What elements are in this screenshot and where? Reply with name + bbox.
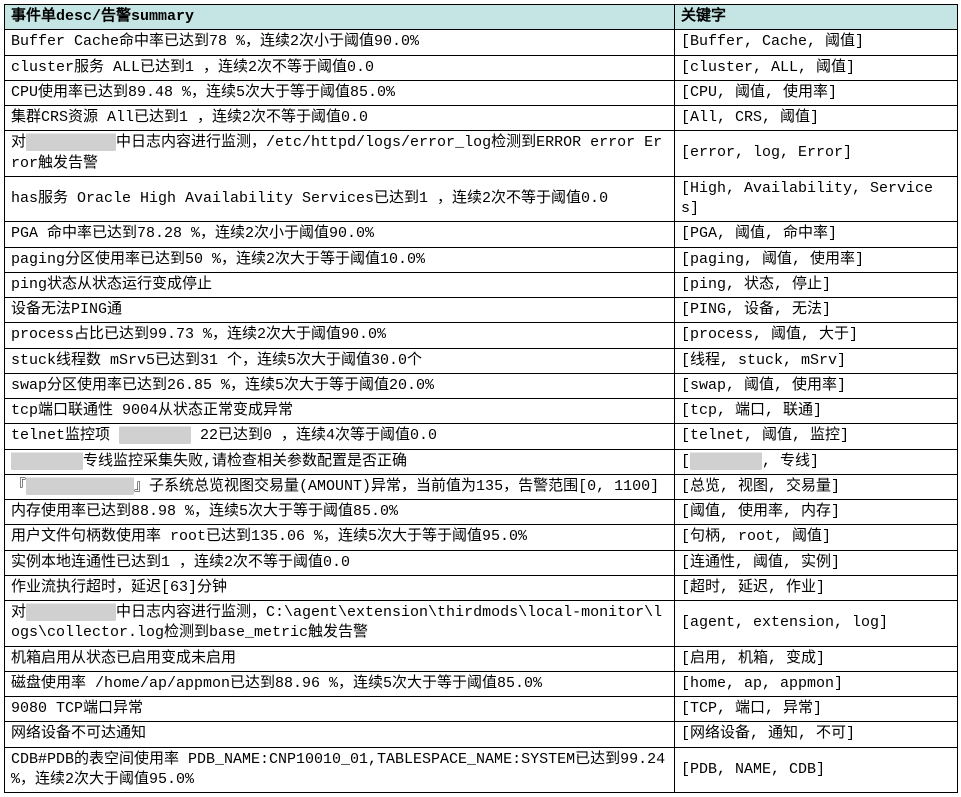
cell-kw: [telnet, 阈值, 监控] [675,424,958,449]
col-header-desc: 事件单desc/告警summary [5,5,675,30]
cell-desc: swap分区使用率已达到26.85 %，连续5次大于等于阈值20.0% [5,373,675,398]
table-row: 作业流执行超时，延迟[63]分钟[超时, 延迟, 作业] [5,575,958,600]
table-row: CDB#PDB的表空间使用率 PDB_NAME:CNP10010_01,TABL… [5,747,958,793]
cell-desc: cluster服务 ALL已达到1 ，连续2次不等于阈值0.0 [5,55,675,80]
cell-kw: [High, Availability, Services] [675,176,958,222]
cell-desc: paging分区使用率已达到50 %，连续2次大于等于阈值10.0% [5,247,675,272]
cell-desc: PGA 命中率已达到78.28 %，连续2次小于阈值90.0% [5,222,675,247]
table-row: stuck线程数 mSrv5已达到31 个，连续5次大于阈值30.0个[线程, … [5,348,958,373]
cell-desc: telnet监控项 ████████ 22已达到0 ，连续4次等于阈值0.0 [5,424,675,449]
cell-desc: 内存使用率已达到88.98 %，连续5次大于等于阈值85.0% [5,500,675,525]
cell-kw: [paging, 阈值, 使用率] [675,247,958,272]
table-row: 『████████████』子系统总览视图交易量(AMOUNT)异常，当前值为1… [5,474,958,499]
cell-desc: ping状态从状态运行变成停止 [5,272,675,297]
col-header-kw: 关键字 [675,5,958,30]
cell-kw: [总览, 视图, 交易量] [675,474,958,499]
cell-desc: 作业流执行超时，延迟[63]分钟 [5,575,675,600]
cell-kw: [Buffer, Cache, 阈值] [675,30,958,55]
table-row: swap分区使用率已达到26.85 %，连续5次大于等于阈值20.0%[swap… [5,373,958,398]
cell-kw: [process, 阈值, 大于] [675,323,958,348]
cell-desc: 实例本地连通性已达到1 ，连续2次不等于阈值0.0 [5,550,675,575]
cell-kw: [网络设备, 通知, 不可] [675,722,958,747]
cell-kw: [连通性, 阈值, 实例] [675,550,958,575]
cell-kw: [PING, 设备, 无法] [675,298,958,323]
table-row: has服务 Oracle High Availability Services已… [5,176,958,222]
table-row: 机箱启用从状态已启用变成未启用[启用, 机箱, 变成] [5,646,958,671]
cell-kw: [████████, 专线] [675,449,958,474]
cell-desc: 对██████████中日志内容进行监测，/etc/httpd/logs/err… [5,131,675,177]
cell-kw: [阈值, 使用率, 内存] [675,500,958,525]
table-row: Buffer Cache命中率已达到78 %，连续2次小于阈值90.0%[Buf… [5,30,958,55]
cell-kw: [启用, 机箱, 变成] [675,646,958,671]
cell-desc: ████████专线监控采集失败,请检查相关参数配置是否正确 [5,449,675,474]
cell-kw: [PDB, NAME, CDB] [675,747,958,793]
alert-table: 事件单desc/告警summary 关键字 Buffer Cache命中率已达到… [4,4,958,793]
cell-kw: [CPU, 阈值, 使用率] [675,80,958,105]
table-row: 实例本地连通性已达到1 ，连续2次不等于阈值0.0[连通性, 阈值, 实例] [5,550,958,575]
table-row: PGA 命中率已达到78.28 %，连续2次小于阈值90.0%[PGA, 阈值,… [5,222,958,247]
table-row: 设备无法PING通[PING, 设备, 无法] [5,298,958,323]
cell-kw: [error, log, Error] [675,131,958,177]
cell-desc: 设备无法PING通 [5,298,675,323]
cell-kw: [cluster, ALL, 阈值] [675,55,958,80]
cell-desc: tcp端口联通性 9004从状态正常变成异常 [5,399,675,424]
cell-desc: CDB#PDB的表空间使用率 PDB_NAME:CNP10010_01,TABL… [5,747,675,793]
cell-desc: 磁盘使用率 /home/ap/appmon已达到88.96 %，连续5次大于等于… [5,671,675,696]
table-row: 内存使用率已达到88.98 %，连续5次大于等于阈值85.0%[阈值, 使用率,… [5,500,958,525]
cell-desc: 用户文件句柄数使用率 root已达到135.06 %，连续5次大于等于阈值95.… [5,525,675,550]
table-row: 对██████████中日志内容进行监测，C:\agent\extension\… [5,601,958,647]
cell-kw: [线程, stuck, mSrv] [675,348,958,373]
table-row: cluster服务 ALL已达到1 ，连续2次不等于阈值0.0[cluster,… [5,55,958,80]
cell-kw: [PGA, 阈值, 命中率] [675,222,958,247]
table-row: 用户文件句柄数使用率 root已达到135.06 %，连续5次大于等于阈值95.… [5,525,958,550]
cell-desc: 9080 TCP端口异常 [5,697,675,722]
cell-kw: [home, ap, appmon] [675,671,958,696]
table-row: 磁盘使用率 /home/ap/appmon已达到88.96 %，连续5次大于等于… [5,671,958,696]
table-row: 9080 TCP端口异常[TCP, 端口, 异常] [5,697,958,722]
header-row: 事件单desc/告警summary 关键字 [5,5,958,30]
cell-kw: [All, CRS, 阈值] [675,106,958,131]
table-row: ping状态从状态运行变成停止[ping, 状态, 停止] [5,272,958,297]
cell-desc: has服务 Oracle High Availability Services已… [5,176,675,222]
table-row: 对██████████中日志内容进行监测，/etc/httpd/logs/err… [5,131,958,177]
table-row: 网络设备不可达通知[网络设备, 通知, 不可] [5,722,958,747]
table-row: ████████专线监控采集失败,请检查相关参数配置是否正确[████████,… [5,449,958,474]
table-row: 集群CRS资源 All已达到1 ，连续2次不等于阈值0.0[All, CRS, … [5,106,958,131]
cell-kw: [ping, 状态, 停止] [675,272,958,297]
cell-kw: [TCP, 端口, 异常] [675,697,958,722]
cell-kw: [超时, 延迟, 作业] [675,575,958,600]
cell-desc: Buffer Cache命中率已达到78 %，连续2次小于阈值90.0% [5,30,675,55]
cell-desc: CPU使用率已达到89.48 %，连续5次大于等于阈值85.0% [5,80,675,105]
cell-desc: 对██████████中日志内容进行监测，C:\agent\extension\… [5,601,675,647]
cell-desc: 集群CRS资源 All已达到1 ，连续2次不等于阈值0.0 [5,106,675,131]
cell-kw: [swap, 阈值, 使用率] [675,373,958,398]
cell-desc: 网络设备不可达通知 [5,722,675,747]
table-row: paging分区使用率已达到50 %，连续2次大于等于阈值10.0%[pagin… [5,247,958,272]
table-row: process占比已达到99.73 %，连续2次大于阈值90.0%[proces… [5,323,958,348]
cell-desc: 机箱启用从状态已启用变成未启用 [5,646,675,671]
cell-kw: [句柄, root, 阈值] [675,525,958,550]
table-row: CPU使用率已达到89.48 %，连续5次大于等于阈值85.0%[CPU, 阈值… [5,80,958,105]
cell-desc: 『████████████』子系统总览视图交易量(AMOUNT)异常，当前值为1… [5,474,675,499]
cell-desc: process占比已达到99.73 %，连续2次大于阈值90.0% [5,323,675,348]
table-row: telnet监控项 ████████ 22已达到0 ，连续4次等于阈值0.0[t… [5,424,958,449]
table-row: tcp端口联通性 9004从状态正常变成异常[tcp, 端口, 联通] [5,399,958,424]
cell-kw: [tcp, 端口, 联通] [675,399,958,424]
cell-desc: stuck线程数 mSrv5已达到31 个，连续5次大于阈值30.0个 [5,348,675,373]
cell-kw: [agent, extension, log] [675,601,958,647]
